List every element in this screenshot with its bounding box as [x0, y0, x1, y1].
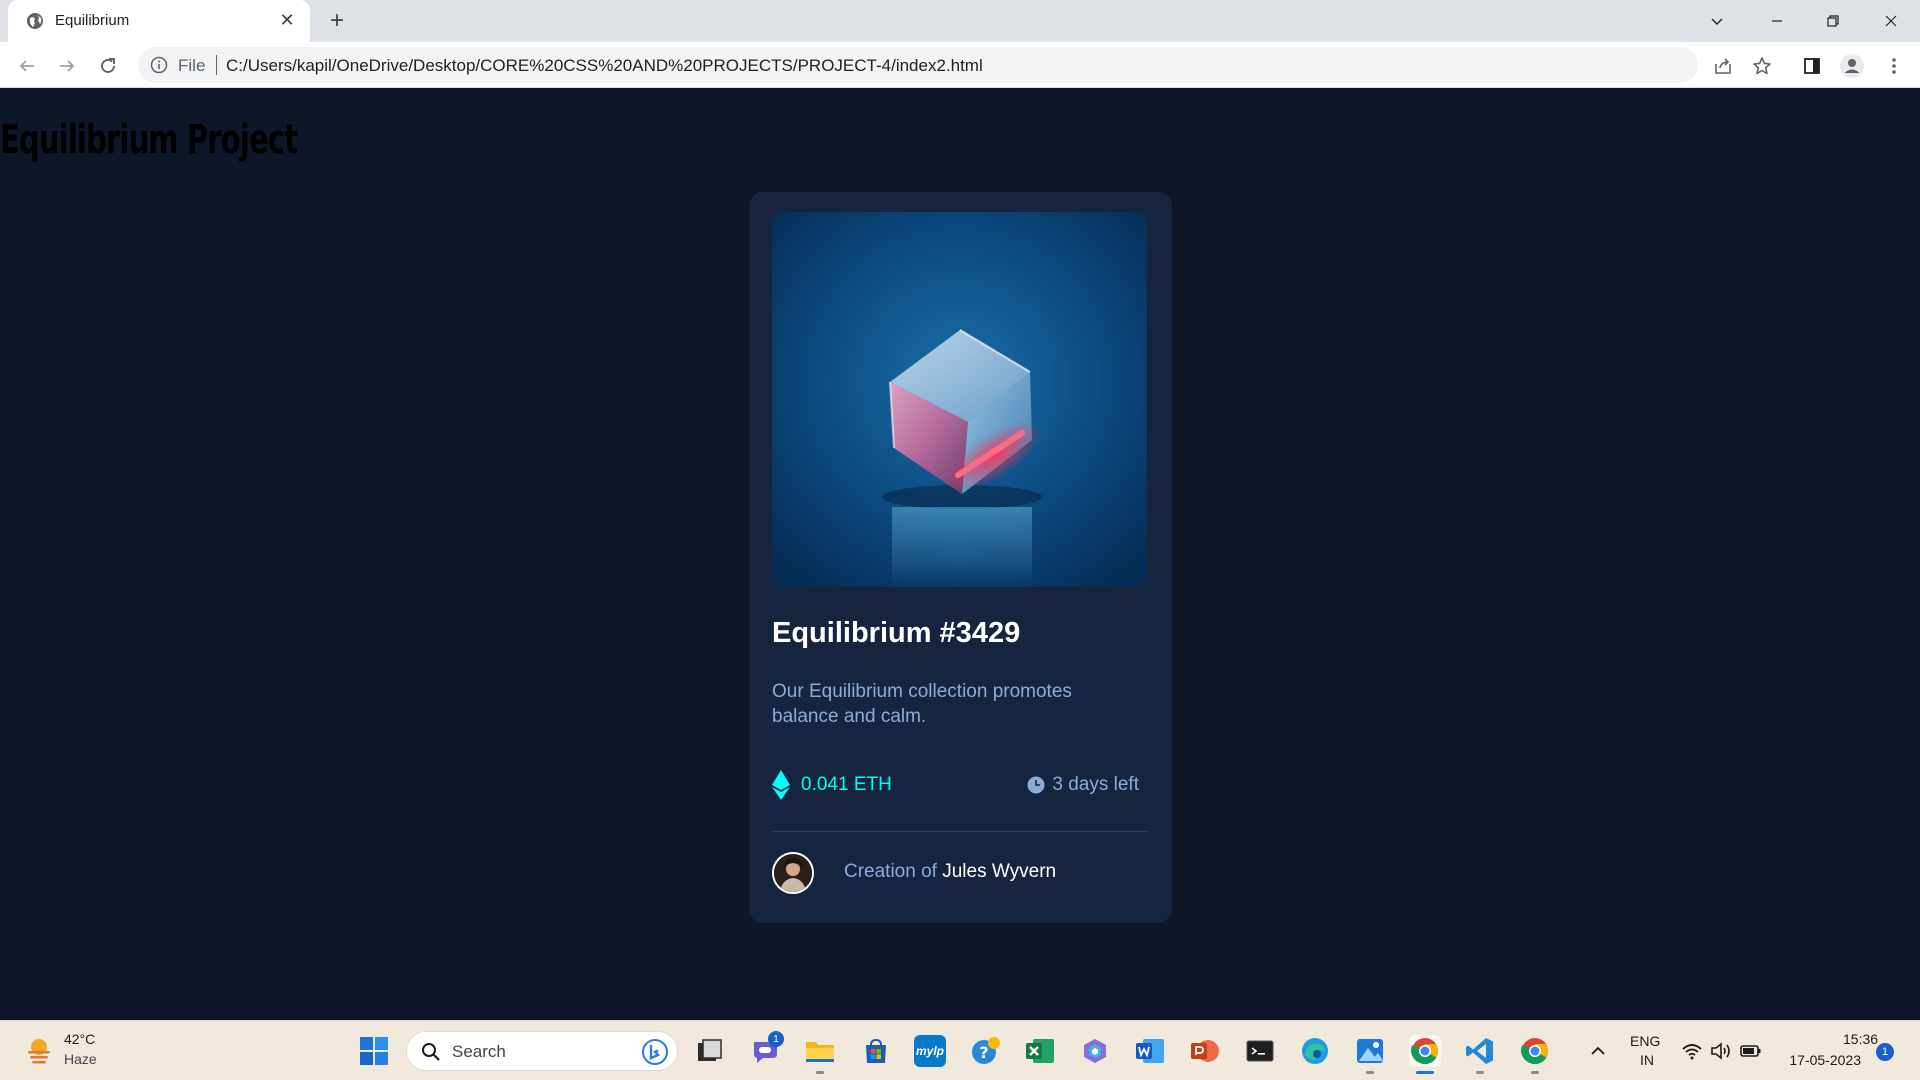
battery-icon[interactable]: [1740, 1041, 1762, 1061]
language-primary[interactable]: ENG: [1630, 1033, 1660, 1049]
task-view-icon[interactable]: [694, 1035, 726, 1067]
price-row: 0.041 ETH: [772, 769, 892, 801]
language-secondary[interactable]: IN: [1640, 1052, 1654, 1068]
file-explorer-icon[interactable]: [804, 1035, 836, 1067]
minimize-icon[interactable]: [1754, 6, 1800, 36]
chrome-icon[interactable]: [1409, 1035, 1441, 1067]
chrome-2-running-indicator: [1531, 1071, 1539, 1074]
clock-icon: [1027, 776, 1045, 794]
excel-icon[interactable]: [1024, 1035, 1056, 1067]
weather-temperature: 42°C: [64, 1031, 96, 1047]
reload-icon[interactable]: [94, 52, 122, 80]
terminal-icon[interactable]: [1244, 1035, 1276, 1067]
url-text[interactable]: C:/Users/kapil/OneDrive/Desktop/CORE%20C…: [226, 56, 983, 76]
address-bar[interactable]: File C:/Users/kapil/OneDrive/Desktop/COR…: [138, 47, 1698, 83]
copilot-icon[interactable]: [1079, 1035, 1111, 1067]
photos-running-indicator: [1366, 1071, 1374, 1074]
file-explorer-running-indicator: [816, 1071, 824, 1074]
clock-date[interactable]: 17-05-2023: [1783, 1052, 1861, 1068]
info-icon[interactable]: [150, 56, 168, 74]
close-icon[interactable]: ✕: [276, 9, 298, 31]
kebab-menu-icon[interactable]: [1880, 52, 1908, 80]
ethereum-icon: [772, 770, 790, 800]
search-placeholder: Search: [452, 1042, 506, 1061]
time-left: 3 days left: [1052, 774, 1139, 795]
nft-description: Our Equilibrium collection promotes bala…: [772, 681, 1072, 727]
creator-prefix: Creation of: [844, 861, 937, 882]
word-icon[interactable]: [1134, 1035, 1166, 1067]
creator-name[interactable]: Jules Wyvern: [942, 861, 1056, 882]
side-panel-icon[interactable]: [1798, 52, 1826, 80]
back-arrow-icon[interactable]: [13, 52, 41, 80]
share-icon[interactable]: [1709, 52, 1737, 80]
notification-badge[interactable]: 1: [1876, 1043, 1894, 1061]
globe-icon: [27, 13, 43, 29]
taskbar-search-box[interactable]: Search: [406, 1031, 678, 1071]
card-divider: [772, 831, 1147, 832]
microsoft-store-icon[interactable]: [860, 1035, 892, 1067]
page-viewport: Equilibrium Project Equilibrium #3429 Ou…: [0, 89, 1920, 1020]
windows-start-icon[interactable]: [358, 1035, 390, 1067]
nft-image[interactable]: [772, 212, 1147, 587]
chrome-active-indicator: [1416, 1071, 1434, 1074]
nft-card: Equilibrium #3429 Our Equilibrium collec…: [749, 192, 1172, 923]
mylp-app-icon[interactable]: mylp: [914, 1035, 946, 1067]
nft-price: 0.041 ETH: [801, 774, 892, 795]
vscode-running-indicator: [1476, 1071, 1484, 1074]
new-tab-button[interactable]: +: [324, 7, 350, 34]
windows-taskbar: 42°C Haze Search 1 mylp ? ENG IN 15:36 1…: [0, 1020, 1920, 1080]
tab-title: Equilibrium: [55, 12, 130, 29]
browser-tab[interactable]: Equilibrium ✕: [8, 0, 310, 42]
chevron-down-icon[interactable]: [1694, 6, 1740, 36]
get-help-icon[interactable]: ?: [970, 1035, 1002, 1067]
wifi-icon[interactable]: [1681, 1041, 1703, 1061]
search-icon: [422, 1043, 440, 1061]
creator-avatar[interactable]: [772, 852, 814, 894]
bing-icon[interactable]: [641, 1038, 669, 1066]
restore-icon[interactable]: [1810, 6, 1856, 36]
teams-chat-badge: 1: [768, 1031, 784, 1047]
chrome-2-icon[interactable]: [1519, 1035, 1551, 1067]
star-icon[interactable]: [1748, 52, 1776, 80]
clock-time[interactable]: 15:36: [1843, 1031, 1878, 1047]
haze-weather-icon[interactable]: [24, 1035, 54, 1065]
url-scheme-label: File: [178, 56, 206, 75]
vscode-icon[interactable]: [1464, 1035, 1496, 1067]
nft-title[interactable]: Equilibrium #3429: [772, 617, 1020, 650]
browser-tabbar: Equilibrium ✕ +: [0, 0, 1920, 42]
edge-icon[interactable]: [1299, 1035, 1331, 1067]
powerpoint-icon[interactable]: [1189, 1035, 1221, 1067]
photos-icon[interactable]: [1354, 1035, 1386, 1067]
close-window-icon[interactable]: [1868, 6, 1914, 36]
weather-condition: Haze: [64, 1051, 97, 1067]
page-heading: Equilibrium Project: [0, 117, 298, 163]
svg-text:?: ?: [979, 1043, 988, 1062]
browser-toolbar: File C:/Users/kapil/OneDrive/Desktop/COR…: [0, 42, 1920, 88]
chevron-up-icon[interactable]: [1587, 1041, 1609, 1061]
omnibox-divider: [216, 55, 217, 75]
volume-icon[interactable]: [1710, 1041, 1732, 1061]
profile-icon[interactable]: [1838, 52, 1866, 80]
time-row: 3 days left: [1027, 770, 1139, 800]
forward-arrow-icon[interactable]: [53, 52, 81, 80]
creator-line: Creation of Jules Wyvern: [844, 861, 1056, 883]
